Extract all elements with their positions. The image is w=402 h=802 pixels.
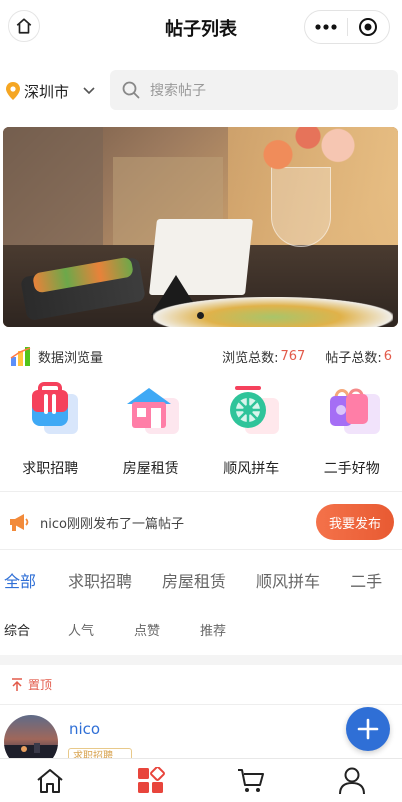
mini-program-capsule [304,10,390,44]
category-grid: 求职招聘 房屋租赁 顺风拼车 二手好物 [0,380,402,480]
section-divider [0,491,402,492]
carousel-dot[interactable] [197,312,204,319]
banner-flowers [233,127,383,173]
publish-button[interactable]: 我要发布 [316,504,394,540]
posts-label: 帖子总数: [325,350,382,366]
target-icon [359,18,378,36]
tabbar-home[interactable] [0,759,101,802]
section-divider [0,704,402,705]
plus-icon [357,718,379,740]
post-author[interactable]: nico [69,720,100,738]
bar-chart-icon [10,347,31,366]
pin-top-icon [12,677,22,691]
banner-wine-glass [271,167,331,247]
pinned-label: 置顶 [28,678,53,692]
stats-label: 数据浏览量 [38,350,104,366]
tabbar-profile[interactable] [302,759,402,802]
category-grid-icon [137,766,165,793]
home-outline-icon [37,768,63,793]
sort-tab-recommended[interactable]: 推荐 [200,620,226,639]
sort-tab-likes[interactable]: 点赞 [134,620,160,639]
user-icon [338,767,365,794]
pinned-header: 置顶 [10,676,52,693]
category-carpool[interactable]: 顺风拼车 [201,380,302,480]
search-bar[interactable]: 搜索帖子 [110,70,398,110]
sort-tabs: 综合 人气 点赞 推荐 [4,620,266,639]
navigation-bar: 帖子列表 [0,0,402,56]
banner-carousel[interactable] [3,127,398,327]
search-placeholder: 搜索帖子 [150,83,206,99]
city-name: 深圳市 [24,82,70,101]
tab-carpool[interactable]: 顺风拼车 [256,568,320,592]
category-tabs: 全部 求职招聘 房屋租赁 顺风拼车 二手 [4,568,402,592]
tab-all[interactable]: 全部 [4,568,36,592]
posts-count: 6 [383,348,392,364]
job-bag-icon [20,380,80,440]
stats-values: 浏览总数: 767 帖子总数: 6 [222,347,392,366]
banner-napkin [149,219,253,295]
category-label: 求职招聘 [22,461,79,477]
section-spacer [0,655,402,665]
carousel-indicator [3,312,398,319]
sort-tab-overall[interactable]: 综合 [4,620,30,639]
tab-job[interactable]: 求职招聘 [68,568,132,592]
cart-icon [238,768,265,792]
secondhand-bag-icon [322,380,382,440]
tabbar-cart[interactable] [201,759,302,802]
location-pin-icon [6,82,20,100]
category-house[interactable]: 房屋租赁 [101,380,202,480]
chevron-down-icon [83,87,95,95]
stats-row: 数据浏览量 浏览总数: 767 帖子总数: 6 [10,344,392,368]
wheel-icon [221,380,281,440]
tab-secondhand[interactable]: 二手 [350,568,382,592]
page-title: 帖子列表 [165,19,237,40]
megaphone-icon [10,514,29,531]
notice-text: nico刚刚发布了一篇帖子 [40,516,184,532]
bottom-tab-bar [0,758,402,802]
close-mini-program-button[interactable] [348,11,390,43]
home-button[interactable] [8,10,40,42]
category-label: 二手好物 [323,461,380,477]
banner-shelf [3,127,103,245]
category-job[interactable]: 求职招聘 [0,380,101,480]
views-label: 浏览总数: [222,350,279,366]
category-label: 顺风拼车 [223,461,280,477]
tab-house[interactable]: 房屋租赁 [162,568,226,592]
more-button[interactable] [305,11,347,43]
category-secondhand[interactable]: 二手好物 [302,380,402,480]
tabbar-category[interactable] [101,759,202,802]
city-selector[interactable]: 深圳市 [6,78,95,104]
home-icon [16,18,32,34]
sort-tab-popular[interactable]: 人气 [68,620,94,639]
category-label: 房屋租赁 [122,461,179,477]
house-icon [121,380,181,440]
notice-bar: nico刚刚发布了一篇帖子 我要发布 [8,503,394,541]
more-dots-icon [315,24,337,30]
search-icon [122,81,140,99]
views-count: 767 [280,348,306,364]
add-post-button[interactable] [346,707,390,751]
section-divider [0,549,402,550]
